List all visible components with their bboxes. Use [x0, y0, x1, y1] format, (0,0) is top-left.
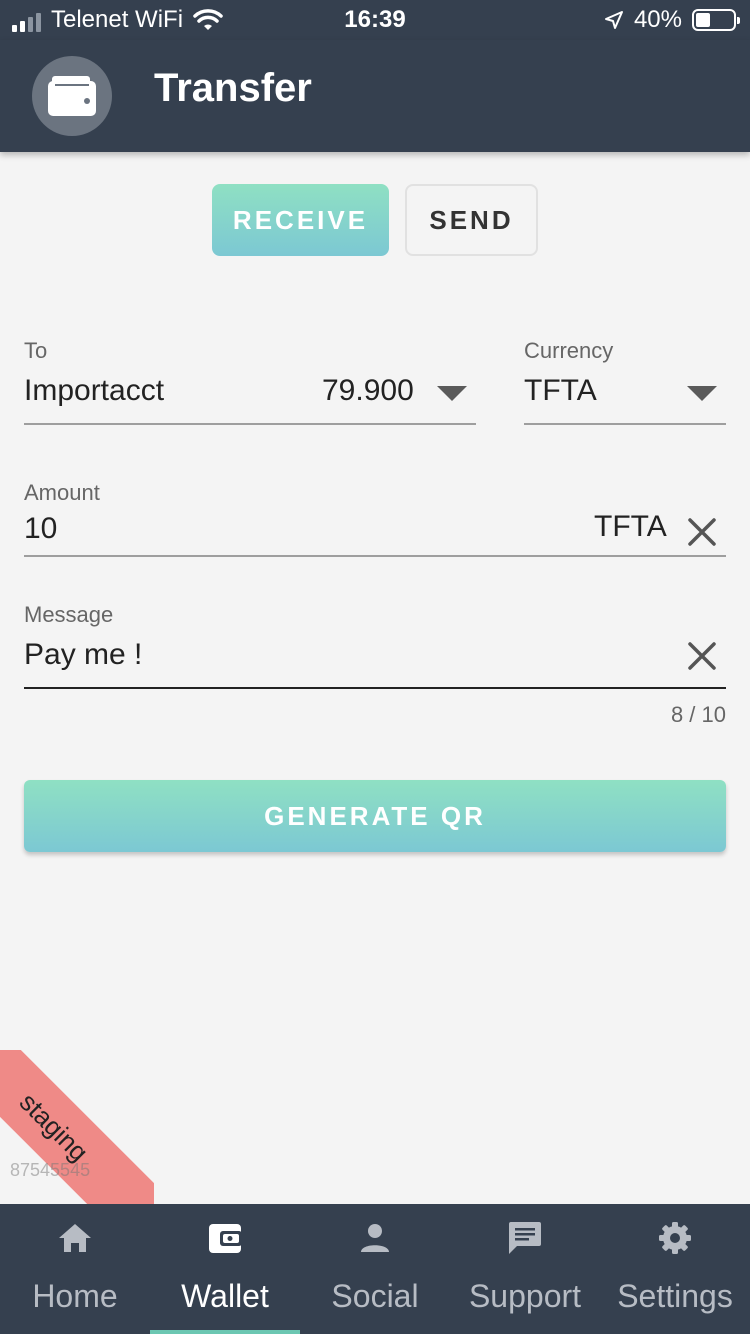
- amount-field-underline: [24, 555, 726, 557]
- battery-percent: 40%: [633, 6, 682, 33]
- nav-label-settings: Settings: [617, 1278, 733, 1314]
- to-account-value[interactable]: Importacct: [24, 374, 164, 408]
- to-balance-value: 79.900: [322, 374, 414, 407]
- generate-qr-button[interactable]: GENERATE QR: [24, 780, 726, 852]
- home-icon: [59, 1224, 91, 1252]
- status-right: 40%: [604, 6, 740, 34]
- gear-icon: [659, 1222, 691, 1254]
- wallet-icon: [48, 76, 96, 116]
- nav-label-wallet: Wallet: [181, 1278, 269, 1314]
- nav-item-wallet[interactable]: Wallet: [150, 1204, 300, 1334]
- message-input[interactable]: Pay me !: [24, 638, 142, 672]
- message-field-underline: [24, 687, 726, 689]
- app-bar: Transfer: [0, 40, 750, 152]
- to-field-underline: [24, 423, 476, 425]
- chat-icon: [509, 1222, 541, 1254]
- amount-currency-suffix: TFTA: [594, 510, 667, 543]
- message-label: Message: [24, 602, 114, 627]
- receive-tab[interactable]: RECEIVE: [212, 184, 389, 256]
- status-bar: Telenet WiFi 16:39 40%: [0, 0, 750, 40]
- build-id: 87545545: [10, 1160, 91, 1180]
- to-dropdown-arrow-icon[interactable]: [437, 386, 467, 401]
- amount-input[interactable]: 10: [24, 512, 57, 546]
- wallet-avatar[interactable]: [32, 56, 112, 136]
- to-label: To: [24, 338, 48, 363]
- amount-clear-icon[interactable]: [684, 514, 720, 550]
- currency-value[interactable]: TFTA: [524, 374, 597, 408]
- page-title: Transfer: [154, 66, 312, 110]
- message-clear-icon[interactable]: [684, 638, 720, 674]
- battery-icon: [692, 9, 740, 31]
- person-icon: [361, 1224, 389, 1252]
- message-char-counter: 8 / 10: [670, 702, 726, 727]
- nav-item-social[interactable]: Social: [300, 1204, 450, 1334]
- send-tab[interactable]: SEND: [405, 184, 538, 256]
- nav-label-support: Support: [468, 1278, 582, 1314]
- nav-item-settings[interactable]: Settings: [600, 1204, 750, 1334]
- wallet-icon: [209, 1224, 242, 1253]
- bottom-nav: Home Wallet Social Support Settings: [0, 1204, 750, 1334]
- nav-item-home[interactable]: Home: [0, 1204, 150, 1334]
- nav-item-support[interactable]: Support: [450, 1204, 600, 1334]
- nav-label-home: Home: [32, 1278, 118, 1314]
- currency-dropdown-arrow-icon[interactable]: [687, 386, 717, 401]
- currency-field-underline: [524, 423, 726, 425]
- location-arrow-icon: [604, 11, 623, 29]
- nav-label-social: Social: [331, 1278, 419, 1314]
- currency-label: Currency: [524, 338, 614, 363]
- amount-label: Amount: [24, 480, 100, 505]
